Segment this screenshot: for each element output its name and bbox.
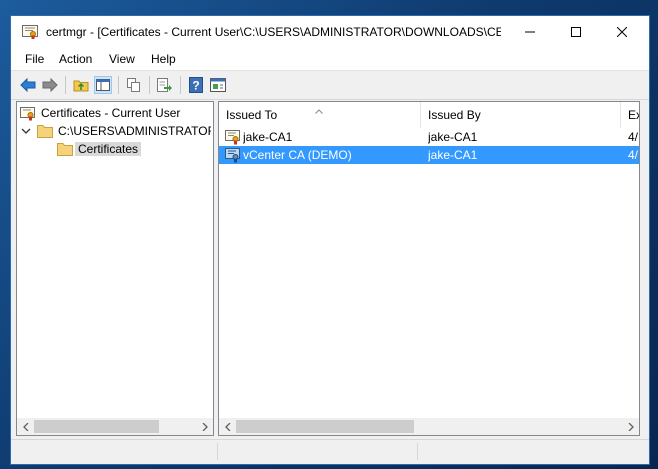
column-header: Issued To Issued By Ex (219, 102, 639, 128)
forward-arrow-icon (42, 78, 58, 92)
cell-issued-to: jake-CA1 (243, 130, 293, 144)
status-bar (11, 439, 649, 464)
export-list-button[interactable] (156, 76, 174, 94)
cell-issued-to: vCenter CA (DEMO) (243, 148, 352, 162)
list-horizontal-scrollbar[interactable] (219, 418, 639, 435)
close-icon (617, 27, 627, 37)
column-expiration[interactable]: Ex (621, 102, 639, 128)
table-row-selected[interactable]: vCenter CA (DEMO) jake-CA1 4/ (219, 146, 639, 165)
toolbar-separator (180, 76, 181, 94)
scroll-left-icon[interactable] (219, 418, 236, 435)
cell-issued-by: jake-CA1 (428, 130, 478, 144)
chevron-down-icon[interactable] (21, 127, 31, 135)
maximize-icon (571, 27, 581, 37)
scroll-thumb[interactable] (236, 420, 414, 433)
scroll-thumb[interactable] (34, 420, 159, 433)
toolbar-separator (149, 76, 150, 94)
minimize-icon (525, 31, 535, 33)
maximize-button[interactable] (553, 16, 599, 48)
folder-icon (37, 124, 53, 138)
folder-icon (57, 142, 73, 156)
show-hide-console-tree-button[interactable] (94, 76, 112, 94)
copy-button[interactable] (125, 76, 143, 94)
forward-button[interactable] (41, 76, 59, 94)
tree-store-label: C:\USERS\ADMINISTRATOR\DOWNLOADS\C (58, 124, 211, 138)
tree-item-certificates[interactable]: Certificates (57, 140, 142, 158)
status-divider (217, 443, 218, 460)
certmgr-window: certmgr - [Certificates - Current User\C… (10, 15, 650, 465)
export-list-icon (157, 78, 172, 92)
certificate-icon (225, 147, 241, 165)
up-one-level-button[interactable] (72, 76, 90, 94)
tree-certificates-label: Certificates (75, 142, 142, 156)
toolbar-separator (118, 76, 119, 94)
tree-item-store[interactable]: C:\USERS\ADMINISTRATOR\DOWNLOADS\C (21, 122, 211, 140)
sort-ascending-icon (315, 103, 323, 117)
certificate-icon (225, 129, 241, 147)
toolbar: ? (11, 70, 649, 100)
tree-root-label: Certificates - Current User (41, 106, 181, 120)
menu-bar: File Action View Help (11, 48, 649, 70)
certificate-store-icon (20, 105, 36, 121)
menu-help[interactable]: Help (151, 52, 176, 66)
status-divider (417, 443, 418, 460)
svg-text:?: ? (192, 79, 199, 93)
show-hide-tree-icon (96, 79, 110, 91)
cell-expiration: 4/ (628, 148, 639, 162)
tree-horizontal-scrollbar[interactable] (17, 418, 213, 435)
tree-item-root[interactable]: Certificates - Current User (20, 104, 183, 122)
title-bar[interactable]: certmgr - [Certificates - Current User\C… (11, 16, 649, 48)
close-button[interactable] (599, 16, 645, 48)
scroll-right-icon[interactable] (622, 418, 639, 435)
certmgr-app-icon (22, 25, 38, 39)
scroll-right-icon[interactable] (196, 418, 213, 435)
console-tree-pane[interactable]: Certificates - Current User C:\USERS\ADM… (16, 101, 214, 436)
cell-issued-by: jake-CA1 (428, 148, 478, 162)
toolbar-separator (65, 76, 66, 94)
menu-file[interactable]: File (25, 52, 44, 66)
column-issued-by[interactable]: Issued By (421, 102, 621, 128)
minimize-button[interactable] (507, 16, 553, 48)
properties-button[interactable] (209, 76, 227, 94)
back-button[interactable] (19, 76, 37, 94)
menu-view[interactable]: View (109, 52, 135, 66)
menu-action[interactable]: Action (59, 52, 92, 66)
scroll-left-icon[interactable] (17, 418, 34, 435)
copy-icon (127, 78, 140, 92)
properties-icon (210, 78, 226, 92)
up-folder-icon (73, 80, 89, 92)
window-title: certmgr - [Certificates - Current User\C… (46, 25, 501, 39)
cell-expiration: 4/ (628, 130, 639, 144)
help-icon: ? (189, 77, 203, 93)
table-row[interactable]: jake-CA1 jake-CA1 4/ (219, 128, 639, 147)
certificate-list-pane[interactable]: Issued To Issued By Ex jake-CA1 jake-CA1… (218, 101, 640, 436)
help-button[interactable]: ? (187, 76, 205, 94)
back-arrow-icon (20, 78, 36, 92)
